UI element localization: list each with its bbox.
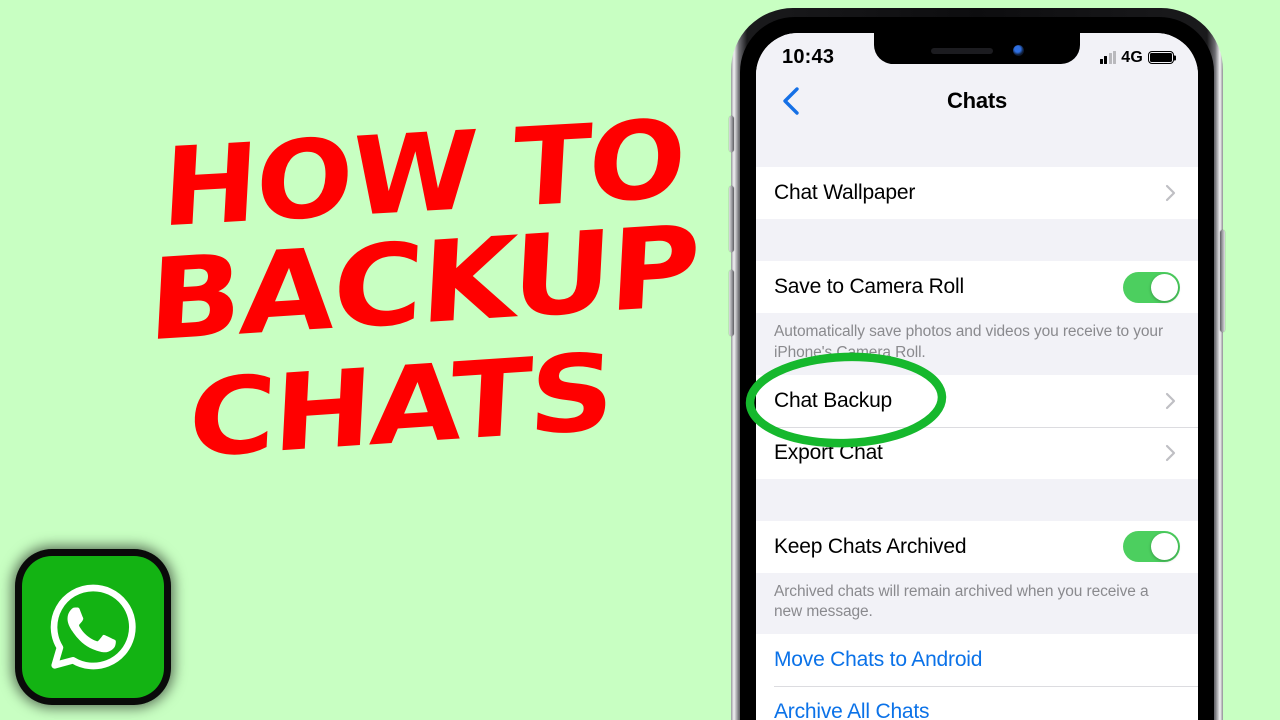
battery-full-icon	[1148, 51, 1174, 64]
row-save-to-camera-roll[interactable]: Save to Camera Roll	[756, 261, 1198, 313]
title-line-2: BACKUP	[145, 201, 702, 367]
settings-list[interactable]: Chat Wallpaper Save to Camera Roll Autom…	[756, 125, 1198, 720]
row-export-chat-label: Export Chat	[774, 440, 883, 464]
notch	[874, 33, 1080, 64]
navigation-bar: Chats	[756, 77, 1198, 125]
battery-fill	[1150, 53, 1172, 62]
row-archive-all-chats[interactable]: Archive All Chats	[756, 686, 1198, 720]
network-label: 4G	[1121, 48, 1143, 66]
power-button[interactable]	[1220, 230, 1225, 332]
settings-group-archived: Keep Chats Archived	[756, 520, 1198, 573]
chevron-right-icon	[1165, 392, 1176, 409]
settings-group-wallpaper: Chat Wallpaper	[756, 167, 1198, 219]
chevron-left-icon[interactable]	[780, 86, 802, 116]
title-line-1: HOW TO	[159, 96, 688, 252]
row-move-chats-to-android[interactable]: Move Chats to Android	[756, 634, 1198, 687]
whatsapp-logo	[22, 556, 164, 698]
front-camera-icon	[1012, 45, 1024, 56]
settings-group-actions: Move Chats to Android Archive All Chats	[756, 634, 1198, 720]
keep-chats-archived-toggle[interactable]	[1123, 531, 1180, 563]
row-keep-chats-archived[interactable]: Keep Chats Archived	[756, 520, 1198, 573]
toggle-knob	[1151, 273, 1178, 301]
list-spacer	[756, 125, 1198, 167]
title-line-3: CHATS	[185, 329, 616, 482]
row-export-chat[interactable]: Export Chat	[756, 426, 1198, 479]
row-keep-chats-archived-label: Keep Chats Archived	[774, 534, 967, 558]
status-indicators: 4G	[1099, 44, 1174, 67]
whatsapp-glyph-icon	[50, 584, 136, 670]
row-move-chats-to-android-label: Move Chats to Android	[774, 648, 983, 672]
settings-group-backup: Chat Backup Export Chat	[756, 374, 1198, 479]
iphone-mockup: 10:43 4G Chats Chat Wallpaper Save to Ca…	[729, 8, 1225, 720]
toggle-knob	[1151, 533, 1178, 561]
row-archive-all-chats-label: Archive All Chats	[774, 700, 930, 720]
footnote-archived: Archived chats will remain archived when…	[756, 572, 1198, 635]
chevron-right-icon	[1165, 184, 1176, 202]
chevron-right-icon	[1165, 444, 1176, 461]
page-title: Chats	[946, 88, 1008, 113]
list-spacer	[756, 219, 1198, 261]
phone-screen: 10:43 4G Chats Chat Wallpaper Save to Ca…	[756, 33, 1198, 720]
thumbnail-title: HOW TO BACKUP CHATS	[0, 97, 702, 538]
signal-bars-icon	[1099, 51, 1117, 64]
row-chat-wallpaper[interactable]: Chat Wallpaper	[756, 167, 1198, 219]
row-save-to-camera-roll-label: Save to Camera Roll	[774, 275, 964, 298]
silent-switch-button[interactable]	[729, 116, 734, 152]
row-chat-backup[interactable]: Chat Backup	[756, 374, 1198, 427]
footnote-camera-roll: Automatically save photos and videos you…	[756, 313, 1198, 375]
volume-down-button[interactable]	[729, 270, 734, 336]
save-to-camera-roll-toggle[interactable]	[1123, 271, 1180, 303]
status-time: 10:43	[782, 46, 835, 68]
row-chat-wallpaper-label: Chat Wallpaper	[774, 181, 916, 204]
volume-up-button[interactable]	[729, 186, 734, 252]
settings-group-camera-roll: Save to Camera Roll	[756, 261, 1198, 313]
earpiece-speaker-icon	[930, 47, 993, 54]
row-chat-backup-label: Chat Backup	[774, 388, 893, 412]
list-spacer	[756, 478, 1198, 521]
